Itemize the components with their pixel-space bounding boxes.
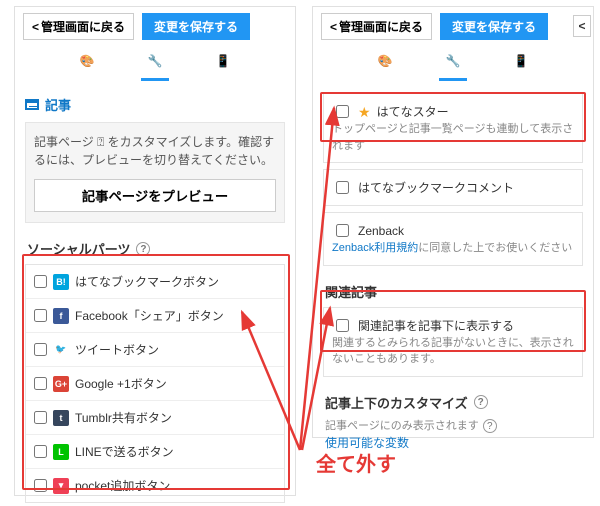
social-label: LINEで送るボタン [75, 443, 174, 460]
social-checkbox[interactable] [34, 309, 47, 322]
hatena-star-card: ★ はてなスター トップページと記事一覧ページも連動して表示されます [323, 93, 583, 163]
palette-icon: 🎨 [77, 54, 97, 74]
zenback-checkbox[interactable] [336, 224, 349, 237]
mobile-icon: 📱 [213, 54, 233, 74]
header-right: <管理画面に戻る 変更を保存する [313, 7, 593, 46]
help-icon[interactable]: ? [474, 395, 488, 409]
social-label: pocket追加ボタン [75, 477, 170, 494]
collapse-button[interactable]: < [573, 15, 591, 37]
hatena-star-checkbox[interactable] [336, 105, 349, 118]
social-label: はてなブックマークボタン [75, 273, 219, 290]
social-checkbox[interactable] [34, 479, 47, 492]
zenback-card: Zenback Zenback利用規約に同意した上でお使いください [323, 212, 583, 266]
social-heading: ソーシャルパーツ ? [27, 239, 283, 258]
hb-comment-card: はてなブックマークコメント [323, 169, 583, 206]
tab-mobile[interactable]: 📱 [507, 54, 535, 81]
article-icon [25, 99, 39, 110]
back-label: 管理画面に戻る [41, 20, 125, 34]
chevron-left-icon: < [32, 20, 39, 34]
save-button[interactable]: 変更を保存する [440, 13, 548, 40]
left-panel: <管理画面に戻る 変更を保存する 🎨 🔧 📱 記事 記事ページ ⍰ をカスタマイ… [14, 6, 296, 496]
wrench-icon: 🔧 [145, 54, 165, 74]
related-checkbox[interactable] [336, 319, 349, 332]
palette-icon: 🎨 [375, 54, 395, 74]
save-button[interactable]: 変更を保存する [142, 13, 250, 40]
social-item: f Facebook「シェア」ボタン [26, 298, 284, 332]
related-heading: 関連記事 [325, 282, 581, 301]
tab-tools[interactable]: 🔧 [141, 54, 169, 81]
article-section-title: 記事 [25, 95, 285, 114]
annotation-text: 全て外す [316, 448, 396, 477]
hb-comment-label: はてなブックマークコメント [358, 179, 514, 196]
social-checkbox[interactable] [34, 275, 47, 288]
social-label: Tumblr共有ボタン [75, 409, 172, 426]
customize-heading: 記事上下のカスタマイズ? [325, 393, 581, 412]
social-item: t Tumblr共有ボタン [26, 400, 284, 434]
related-note: 関連するとみられる記事がないときに、表示されないこともあります。 [332, 335, 574, 368]
related-check-label: 関連記事を記事下に表示する [358, 317, 514, 334]
social-checkbox[interactable] [34, 445, 47, 458]
help-icon[interactable]: ? [136, 242, 150, 256]
hb-icon: B! [53, 274, 69, 290]
pk-icon: ▾ [53, 478, 69, 494]
social-item: B! はてなブックマークボタン [26, 265, 284, 298]
header-left: <管理画面に戻る 変更を保存する [15, 7, 295, 46]
preview-button[interactable]: 記事ページをプレビュー [34, 179, 276, 212]
social-item: 🐦 ツイートボタン [26, 332, 284, 366]
chevron-left-icon: < [578, 19, 585, 33]
tab-strip: 🎨 🔧 📱 [313, 46, 593, 81]
mobile-icon: 📱 [511, 54, 531, 74]
ln-icon: L [53, 444, 69, 460]
social-checkbox[interactable] [34, 343, 47, 356]
customize-block: 記事ページにのみ表示されます? 使用可能な変数 [325, 418, 581, 452]
back-button[interactable]: <管理画面に戻る [321, 13, 432, 40]
customize-info-box: 記事ページ ⍰ をカスタマイズします。確認するには、プレビューを切り替えてくださ… [25, 122, 285, 223]
tab-mobile[interactable]: 📱 [209, 54, 237, 81]
right-panel: < <管理画面に戻る 変更を保存する 🎨 🔧 📱 ★ はてなスター トップページ… [312, 6, 594, 438]
tab-palette[interactable]: 🎨 [371, 54, 399, 81]
zenback-note: Zenback利用規約に同意した上でお使いください [332, 240, 574, 257]
social-parts-list: B! はてなブックマークボタン f Facebook「シェア」ボタン 🐦 ツイートボタン G… [25, 264, 285, 503]
zenback-terms-link[interactable]: Zenback利用規約 [332, 242, 418, 254]
zenback-label: Zenback [358, 224, 404, 238]
star-icon: ★ [358, 105, 371, 119]
tab-palette[interactable]: 🎨 [73, 54, 101, 81]
tab-tools[interactable]: 🔧 [439, 54, 467, 81]
social-label: Google +1ボタン [75, 375, 167, 392]
hatena-star-label: はてなスター [377, 103, 449, 120]
social-checkbox[interactable] [34, 377, 47, 390]
social-checkbox[interactable] [34, 411, 47, 424]
tw-icon: 🐦 [53, 342, 69, 358]
gp-icon: G+ [53, 376, 69, 392]
social-label: Facebook「シェア」ボタン [75, 307, 224, 324]
hatena-star-note: トップページと記事一覧ページも連動して表示されます [332, 121, 574, 154]
tab-strip: 🎨 🔧 📱 [15, 46, 295, 81]
social-item: G+ Google +1ボタン [26, 366, 284, 400]
fb-icon: f [53, 308, 69, 324]
social-item: L LINEで送るボタン [26, 434, 284, 468]
social-label: ツイートボタン [75, 341, 159, 358]
wrench-icon: 🔧 [443, 54, 463, 74]
customize-msg: 記事ページ ⍰ をカスタマイズします。確認するには、プレビューを切り替えてくださ… [34, 135, 274, 167]
tb-icon: t [53, 410, 69, 426]
related-card: 関連記事を記事下に表示する 関連するとみられる記事がないときに、表示されないこと… [323, 307, 583, 377]
customize-note: 記事ページにのみ表示されます [325, 418, 479, 435]
hb-comment-checkbox[interactable] [336, 181, 349, 194]
social-item: ▾ pocket追加ボタン [26, 468, 284, 502]
chevron-left-icon: < [330, 20, 337, 34]
back-button[interactable]: <管理画面に戻る [23, 13, 134, 40]
help-icon[interactable]: ? [483, 419, 497, 433]
